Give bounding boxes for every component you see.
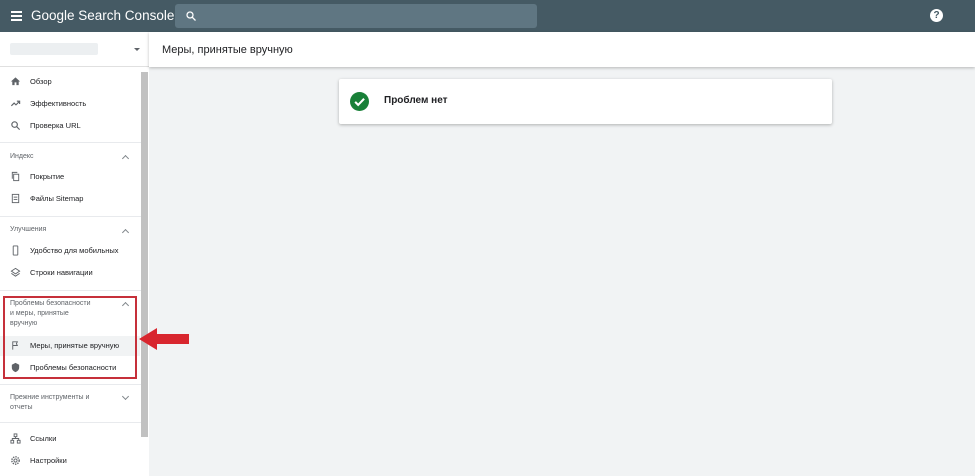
sidebar-item-label: Проверка URL: [30, 121, 81, 130]
divider: [0, 290, 141, 291]
links-icon: [10, 433, 21, 444]
phone-icon: [12, 245, 19, 256]
result-card: Проблем нет: [339, 79, 832, 124]
sidebar-item-label: Строки навигации: [30, 268, 93, 277]
sidebar-item-url-inspection[interactable]: Проверка URL: [0, 116, 140, 136]
trending-icon: [10, 100, 21, 107]
menu-icon[interactable]: [11, 11, 22, 21]
sidebar-item-links[interactable]: Ссылки: [0, 429, 140, 449]
annotation-highlight-box: [3, 296, 137, 379]
section-header-index[interactable]: Индекс: [10, 152, 120, 162]
divider: [0, 216, 141, 217]
divider: [0, 384, 141, 385]
sidebar-item-label: Настройки: [30, 456, 67, 465]
sidebar-item-label: Удобство для мобильных: [30, 246, 119, 255]
layers-icon: [10, 267, 21, 277]
sidebar-item-label: Файлы Sitemap: [30, 194, 84, 203]
help-icon[interactable]: ?: [930, 9, 943, 22]
top-app-bar: Google Search Console ?: [0, 0, 975, 32]
chevron-up-icon[interactable]: [121, 228, 130, 237]
page-title: Меры, принятые вручную: [162, 44, 293, 56]
sidebar-item-label: Эффективность: [30, 99, 87, 108]
check-circle-icon: [350, 92, 369, 111]
sidebar: Обзор Эффективность Проверка URL Индекс …: [0, 32, 149, 476]
chevron-down-icon: [134, 48, 140, 51]
sidebar-item-label: Обзор: [30, 77, 52, 86]
status-message: Проблем нет: [384, 95, 448, 106]
property-selector[interactable]: [0, 32, 149, 67]
sidebar-item-label: Ссылки: [30, 434, 57, 443]
page-header: Меры, принятые вручную: [149, 32, 975, 67]
sidebar-item-breadcrumbs[interactable]: Строки навигации: [0, 263, 140, 283]
chevron-up-icon[interactable]: [121, 154, 130, 163]
sidebar-item-settings[interactable]: Настройки: [0, 451, 140, 471]
section-header-legacy-tools[interactable]: Прежние инструменты и отчеты: [10, 393, 120, 413]
sitemap-icon: [11, 193, 20, 204]
divider: [0, 422, 141, 423]
section-header-line: отчеты: [10, 404, 33, 411]
search-icon: [11, 121, 21, 131]
search-icon: [186, 11, 196, 21]
section-header-line: Прежние инструменты и: [10, 394, 90, 401]
app-title[interactable]: Google Search Console: [31, 8, 174, 23]
chevron-down-icon[interactable]: [121, 392, 130, 401]
sidebar-scrollbar[interactable]: [141, 72, 148, 437]
sidebar-item-label: Покрытие: [30, 172, 65, 181]
sidebar-item-mobile-usability[interactable]: Удобство для мобильных: [0, 241, 140, 261]
sidebar-item-overview[interactable]: Обзор: [0, 72, 140, 92]
sidebar-item-performance[interactable]: Эффективность: [0, 94, 140, 114]
file-copy-icon: [11, 171, 20, 182]
property-name-blurred: [10, 43, 98, 55]
arrow-left-icon: [139, 328, 189, 350]
gear-icon: [11, 456, 20, 465]
search-input[interactable]: [175, 4, 537, 28]
sidebar-item-coverage[interactable]: Покрытие: [0, 167, 140, 187]
sidebar-item-sitemaps[interactable]: Файлы Sitemap: [0, 189, 140, 209]
section-header-enhancements[interactable]: Улучшения: [10, 225, 120, 235]
home-icon: [10, 77, 21, 86]
divider: [0, 142, 141, 143]
